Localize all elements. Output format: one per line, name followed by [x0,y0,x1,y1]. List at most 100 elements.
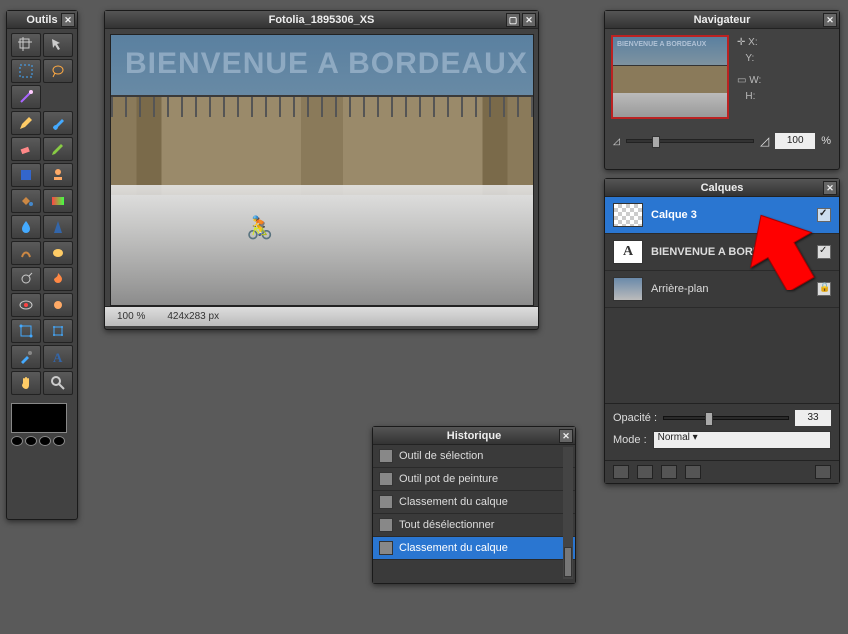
navigator-close-icon[interactable]: ✕ [823,13,837,27]
wand-icon[interactable] [11,85,41,109]
color-swatches [7,399,77,450]
history-step-icon [379,495,393,509]
sponge-icon[interactable] [43,241,73,265]
layer-thumbnail [613,277,643,301]
document-statusbar: 100 % 424x283 px [105,306,538,326]
opacity-label: Opacité : [613,412,657,424]
move-up-icon[interactable] [637,465,653,479]
canvas-fog [111,185,533,305]
history-item[interactable]: Classement du calque [373,491,575,514]
layer-thumbnail: A [613,240,643,264]
opacity-value[interactable]: 33 [795,410,831,426]
layers-title: Calques [701,182,744,194]
swatch-3[interactable] [39,436,51,446]
swatch-1[interactable] [11,436,23,446]
lasso-icon[interactable] [43,59,73,83]
zoom-icon[interactable] [43,371,73,395]
tool-grid: A [7,29,77,399]
swatch-4[interactable] [53,436,65,446]
type-icon[interactable]: A [43,345,73,369]
mesh-icon[interactable] [43,319,73,343]
history-item-label: Tout désélectionner [399,519,494,531]
brush-icon[interactable] [43,111,73,135]
navigator-titlebar[interactable]: Navigateur ✕ [605,11,839,29]
layer-visibility-toggle[interactable] [817,245,831,259]
crop-icon[interactable] [11,33,41,57]
coord-x-label: X: [748,37,757,48]
dimensions-readout: 424x283 px [161,310,225,323]
layer-lock-icon[interactable] [817,282,831,296]
history-item[interactable]: Outil pot de peinture [373,468,575,491]
history-step-icon [379,541,393,555]
warp-icon[interactable] [11,319,41,343]
navigator-thumb-text: BIENVENUE A BORDEAUX [617,41,706,48]
dodge-icon[interactable] [11,267,41,291]
bucket-icon[interactable] [11,189,41,213]
gradient-icon[interactable] [43,189,73,213]
navigator-panel: Navigateur ✕ BIENVENUE A BORDEAUX ✛ X: Y… [604,10,840,170]
svg-text:A: A [53,350,63,365]
history-scrollbar[interactable] [563,447,573,579]
history-item-label: Outil pot de peinture [399,473,498,485]
zoom-in-icon[interactable]: ◿ [760,134,769,148]
document-canvas[interactable]: BIENVENUE A BORDEAUX [110,34,534,306]
redeye-icon[interactable] [11,293,41,317]
canvas-cyclist [246,215,276,245]
delete-layer-icon[interactable] [815,465,831,479]
document-window: Fotolia_1895306_XS ▢ ✕ BIENVENUE A BORDE… [104,10,539,330]
layer-settings-icon[interactable] [685,465,701,479]
layer-name: Calque 3 [651,209,697,221]
burn-icon[interactable] [43,267,73,291]
navigator-zoom-slider-row: ◿ ◿ 100 % [605,129,839,153]
navigator-zoom-slider[interactable] [626,139,754,143]
fill-icon[interactable] [11,163,41,187]
coord-w-label: W: [749,75,761,86]
pencil-icon[interactable] [11,111,41,135]
move-icon[interactable] [43,33,73,57]
history-step-icon [379,449,393,463]
navigator-zoom-value[interactable]: 100 [775,133,815,149]
document-titlebar[interactable]: Fotolia_1895306_XS ▢ ✕ [105,11,538,29]
layers-close-icon[interactable]: ✕ [823,181,837,195]
swatch-2[interactable] [25,436,37,446]
history-title: Historique [447,430,501,442]
eyedropper-icon[interactable] [11,345,41,369]
coord-h-label: H: [745,91,755,102]
opacity-slider[interactable] [663,416,789,420]
history-item-label: Classement du calque [399,542,508,554]
document-close-icon[interactable]: ✕ [522,13,536,27]
smudge-icon[interactable] [11,241,41,265]
zoom-out-icon[interactable]: ◿ [613,136,620,147]
hand-icon[interactable] [11,371,41,395]
foreground-color-swatch[interactable] [11,403,67,433]
blend-mode-select[interactable]: Normal ▾ [653,431,831,449]
tools-close-icon[interactable]: ✕ [61,13,75,27]
layer-visibility-toggle[interactable] [817,208,831,222]
edit-icon[interactable] [43,137,73,161]
zoom-suffix: % [821,135,831,147]
sharpen-icon[interactable] [43,215,73,239]
tools-panel: Outils ✕ A [6,10,78,520]
history-item[interactable]: Tout désélectionner [373,514,575,537]
eraser-icon[interactable] [11,137,41,161]
annotation-arrow [746,210,816,293]
stamp-icon[interactable] [43,163,73,187]
coord-y-label: Y: [745,53,754,64]
layers-titlebar[interactable]: Calques ✕ [605,179,839,197]
navigator-thumbnail[interactable]: BIENVENUE A BORDEAUX [611,35,729,119]
history-titlebar[interactable]: Historique ✕ [373,427,575,445]
history-item[interactable]: Outil de sélection [373,445,575,468]
blur-icon[interactable] [11,215,41,239]
marquee-icon[interactable] [11,59,41,83]
history-close-icon[interactable]: ✕ [559,429,573,443]
blob-icon[interactable] [43,293,73,317]
history-item-label: Classement du calque [399,496,508,508]
move-down-icon[interactable] [661,465,677,479]
canvas-illustration [111,95,533,195]
tools-titlebar[interactable]: Outils ✕ [7,11,77,29]
history-item[interactable]: Classement du calque [373,537,575,560]
document-minimize-icon[interactable]: ▢ [506,13,520,27]
mode-label: Mode : [613,434,647,446]
new-layer-icon[interactable] [613,465,629,479]
history-step-icon [379,472,393,486]
